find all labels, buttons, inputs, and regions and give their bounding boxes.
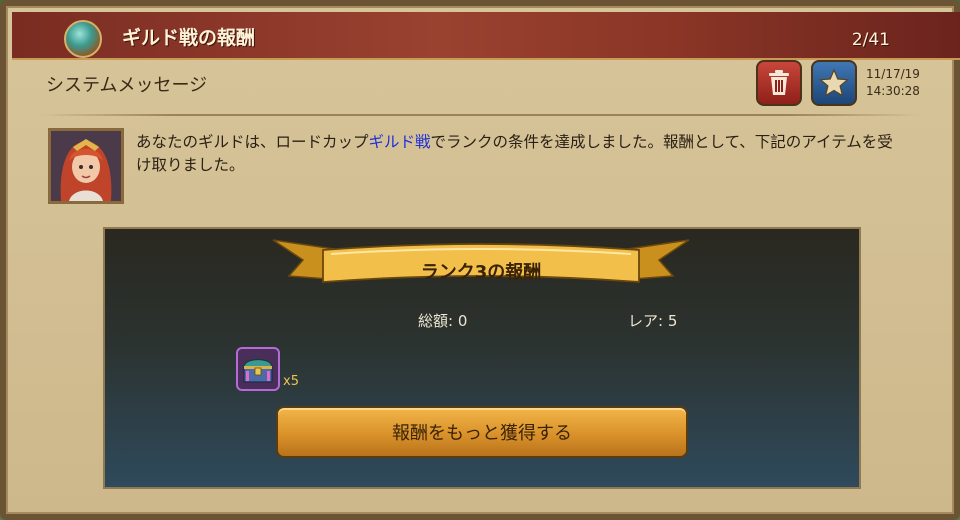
item-quantity: x5	[283, 374, 299, 389]
mail-body: あなたのギルドは、ロードカップギルド戦でランクの条件を達成しました。報酬として、…	[136, 131, 896, 177]
favorite-button[interactable]	[811, 60, 857, 106]
reward-item-chest[interactable]	[236, 347, 280, 391]
title-bar: ギルド戦の報酬 2/41	[12, 12, 960, 60]
mail-subject: システムメッセージ	[46, 75, 208, 96]
total-label: 総額: 0	[418, 312, 468, 330]
window-title: ギルド戦の報酬	[122, 27, 256, 49]
trash-icon	[769, 70, 789, 95]
delete-button[interactable]	[756, 60, 802, 106]
header-divider	[40, 114, 920, 116]
guild-emblem-icon	[64, 20, 102, 58]
rare-label: レア: 5	[628, 312, 678, 330]
mail-timestamp: 11/17/19 14:30:28	[866, 66, 920, 100]
page-counter: 2/41	[851, 30, 890, 50]
mail-body-text: あなたのギルドは、ロードカップ	[136, 133, 369, 151]
guild-war-link[interactable]: ギルド戦	[369, 133, 431, 151]
mail-time: 14:30:28	[866, 84, 920, 98]
rank-reward-title: ランク3の報酬	[420, 262, 542, 283]
treasure-chest-icon	[243, 358, 273, 383]
sender-avatar	[48, 128, 124, 204]
star-icon	[819, 68, 849, 97]
mail-date: 11/17/19	[866, 67, 920, 81]
claim-more-rewards-button[interactable]: 報酬をもっと獲得する	[276, 406, 688, 458]
